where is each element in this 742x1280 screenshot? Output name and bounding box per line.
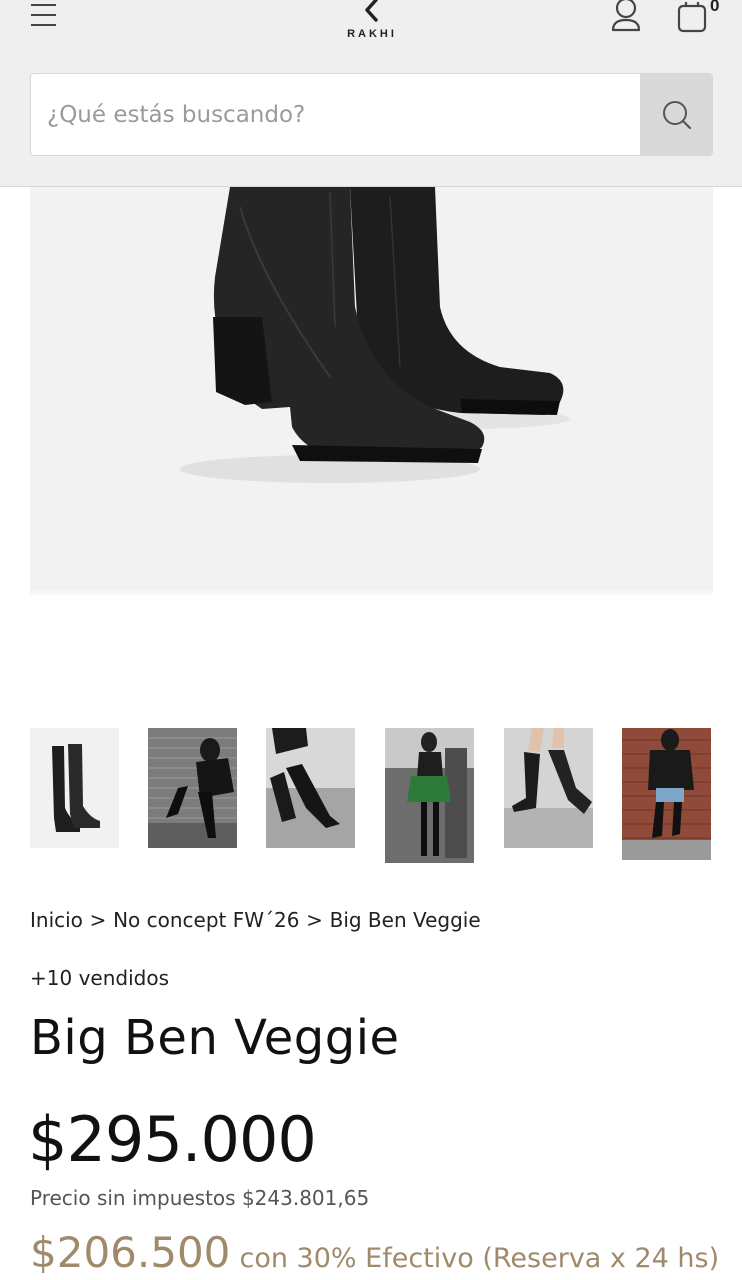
thumbnail-5[interactable] — [504, 728, 593, 848]
user-icon — [611, 0, 641, 32]
boot-photo — [180, 187, 570, 483]
thumbnail-6[interactable] — [622, 728, 711, 860]
sold-count: +10 vendidos — [30, 966, 169, 990]
thumbnail-model-brick-wall — [622, 729, 711, 860]
hero-divider — [30, 591, 713, 595]
thumbnail-2[interactable] — [148, 728, 237, 848]
cash-note: con 30% Efectivo (Reserva x 24 hs) — [239, 1243, 720, 1274]
thumbnail-4[interactable] — [385, 728, 474, 863]
product-price: $295.000 — [28, 1103, 317, 1176]
search-input[interactable] — [31, 74, 640, 155]
search-icon — [663, 101, 692, 130]
breadcrumb-current: Big Ben Veggie — [329, 908, 481, 932]
thumbnail-3[interactable] — [266, 728, 355, 848]
tax-label: Precio sin impuestos — [30, 1186, 236, 1210]
thumbnail-model-legs — [266, 728, 355, 848]
hamburger-menu-icon[interactable] — [28, 0, 58, 30]
product-title: Big Ben Veggie — [30, 1010, 400, 1066]
site-logo[interactable]: RAKHI — [340, 0, 404, 46]
shopping-bag-icon — [677, 2, 707, 33]
search-bar — [30, 73, 713, 156]
thumbnail-boots-pose — [504, 728, 593, 848]
breadcrumb-separator: > — [89, 908, 107, 932]
product-main-image[interactable] — [30, 187, 713, 591]
breadcrumb-home[interactable]: Inicio — [30, 908, 83, 932]
rakhi-logo-mark — [365, 0, 378, 22]
cart-button[interactable]: 0 — [674, 0, 724, 34]
cash-price: $206.500 — [30, 1228, 231, 1277]
site-header: RAKHI 0 — [0, 0, 742, 187]
breadcrumb-collection[interactable]: No concept FW´26 — [113, 908, 299, 932]
breadcrumb-separator: > — [306, 908, 323, 932]
thumbnail-boots-studio — [52, 744, 100, 832]
user-account-button[interactable] — [608, 0, 644, 34]
search-button[interactable] — [640, 74, 712, 155]
logo-text: RAKHI — [347, 28, 397, 40]
cart-count-badge: 0 — [710, 0, 720, 15]
price-without-tax: Precio sin impuestos $243.801,65 — [30, 1186, 369, 1210]
breadcrumb: Inicio > No concept FW´26 > Big Ben Vegg… — [30, 908, 481, 932]
thumbnail-model-street — [385, 728, 474, 863]
thumbnail-1[interactable] — [30, 728, 119, 848]
cash-discount-price: $206.500 con 30% Efectivo (Reserva x 24 … — [30, 1228, 719, 1277]
tax-value: $243.801,65 — [241, 1186, 370, 1210]
thumbnail-model-sitting — [148, 737, 237, 848]
